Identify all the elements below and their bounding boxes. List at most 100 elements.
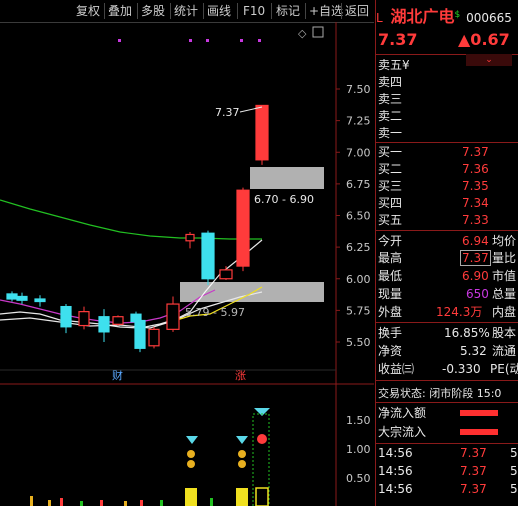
toolbar-separator bbox=[137, 3, 138, 19]
candle-body bbox=[201, 232, 215, 280]
toolbar-draw-line-button[interactable]: 画线 bbox=[207, 2, 231, 20]
toolbar-restore-rights-button[interactable]: 复权 bbox=[76, 2, 100, 20]
divider bbox=[376, 380, 518, 381]
volume-bar bbox=[140, 500, 143, 506]
lower-range-label: 5.79 - 5.97 bbox=[185, 306, 245, 319]
kline-chart-area[interactable]: ◇ 7.50 7.25 7.00 6.75 6.50 6.25 6.00 5.75 5.50 1… bbox=[0, 22, 374, 506]
toolbar-add-watchlist-button[interactable]: +自选 bbox=[309, 2, 343, 20]
toolbar-stats-button[interactable]: 统计 bbox=[174, 2, 198, 20]
toolbar-separator bbox=[170, 3, 171, 19]
toolbar-mark-button[interactable]: 标记 bbox=[276, 2, 300, 20]
volume-axis-labels: 1.50 1.00 0.50 bbox=[346, 414, 371, 485]
coin-icon bbox=[187, 450, 195, 458]
high-row: 最高 7.37 量比 bbox=[378, 250, 516, 267]
candle-body bbox=[60, 305, 72, 328]
toolbar-f10-button[interactable]: F10 bbox=[243, 2, 265, 20]
buy4-price: 7.34 bbox=[462, 196, 489, 210]
price-row: 7.37 ▲0.67 bbox=[378, 29, 510, 51]
volume-tick-label: 0.50 bbox=[346, 472, 371, 485]
coin-icon bbox=[238, 460, 246, 468]
sell3-row: 卖三 bbox=[378, 92, 403, 106]
tick-time: 14:56 bbox=[378, 482, 413, 496]
candle-body bbox=[134, 319, 146, 349]
volume-bar bbox=[185, 488, 197, 506]
candle-body bbox=[112, 316, 124, 325]
current-price: 7.37 bbox=[378, 30, 418, 49]
pe-label: PE(动 bbox=[490, 362, 518, 376]
collapse-chevron-icon[interactable]: ⌄ bbox=[466, 54, 512, 66]
buy1-label: 买一 bbox=[378, 145, 403, 159]
signal-dot bbox=[258, 39, 261, 42]
price-tick-label: 5.50 bbox=[346, 336, 371, 349]
chart-toolbar: 复权 叠加 多股 统计 画线 F10 标记 +自选 返回 bbox=[0, 0, 374, 23]
price-axis-labels: 7.50 7.25 7.00 6.75 6.50 6.25 6.00 5.75 5.50 bbox=[336, 83, 371, 349]
candle-body bbox=[16, 295, 28, 301]
kline-chart-svg[interactable]: ◇ 7.50 7.25 7.00 6.75 6.50 6.25 6.00 5.75 5.50 1… bbox=[0, 22, 374, 506]
market-cap-label: 市值 bbox=[492, 269, 517, 283]
buy2-row: 买二 7.36 bbox=[378, 161, 489, 178]
quote-panel: L 湖北广电$ 000665 7.37 ▲0.67 ⌄ 卖五¥ 卖四 卖三 卖二… bbox=[375, 0, 518, 506]
diamond-icon: ◇ bbox=[298, 27, 307, 40]
tick-price: 7.37 bbox=[460, 446, 487, 460]
red-ball-icon bbox=[257, 434, 267, 444]
tick-price: 7.37 bbox=[460, 482, 487, 496]
sell1-row: 卖一 bbox=[378, 126, 403, 140]
candle-body bbox=[148, 328, 160, 347]
tick-volume: 5 bbox=[510, 446, 518, 460]
divider bbox=[376, 142, 518, 143]
sell5-label: 卖五 bbox=[378, 58, 403, 72]
volume-bar bbox=[100, 500, 103, 506]
stock-superscript: $ bbox=[454, 10, 461, 20]
volume-bar bbox=[60, 498, 63, 506]
butterfly-icon bbox=[254, 408, 270, 416]
avg-label: 均价 bbox=[492, 234, 517, 248]
toolbar-multi-stock-button[interactable]: 多股 bbox=[141, 2, 165, 20]
tick-row: 14:56 7.37 5 bbox=[378, 445, 518, 462]
limit-up-marker: 涨 bbox=[235, 369, 246, 382]
buy4-label: 买四 bbox=[378, 196, 403, 210]
volume-bar bbox=[48, 500, 51, 506]
stock-badge: L bbox=[376, 11, 383, 25]
tick-row: 14:56 7.37 5 bbox=[378, 463, 518, 480]
low-row: 最低 6.90 市值 bbox=[378, 268, 516, 285]
tick-time: 14:56 bbox=[378, 446, 413, 460]
candle-body bbox=[255, 104, 269, 161]
candle-body bbox=[185, 233, 195, 242]
toolbar-separator bbox=[305, 3, 306, 19]
total-vol-label: 总量 bbox=[492, 287, 517, 301]
inner-label: 内盘 bbox=[492, 305, 517, 319]
eps-row: 收益㈢ -0.330 PE(动 bbox=[378, 361, 518, 378]
turnover-value: 16.85% bbox=[444, 326, 490, 340]
buy1-price: 7.37 bbox=[462, 145, 489, 159]
toolbar-back-button[interactable]: 返回 bbox=[345, 2, 369, 20]
price-tick-label: 6.50 bbox=[346, 210, 371, 223]
tick-volume: 5 bbox=[510, 464, 518, 478]
high-label: 最高 bbox=[378, 251, 403, 265]
divider bbox=[376, 402, 518, 403]
outer-value: 124.3万 bbox=[436, 305, 483, 319]
high-value: 7.37 bbox=[460, 250, 491, 266]
volume-ratio-label: 量比 bbox=[492, 251, 517, 265]
upper-gap-box bbox=[250, 167, 324, 189]
net-asset-row: 净资 5.32 流通 bbox=[378, 343, 516, 360]
buy1-row: 买一 7.37 bbox=[378, 144, 489, 161]
candle-body bbox=[236, 189, 250, 267]
candle-body bbox=[6, 293, 18, 300]
volume-bar bbox=[236, 488, 248, 506]
tick-volume: 5 bbox=[510, 482, 518, 496]
toolbar-overlay-button[interactable]: 叠加 bbox=[108, 2, 132, 20]
tick-time: 14:56 bbox=[378, 464, 413, 478]
block-bar bbox=[460, 429, 498, 435]
toolbar-separator bbox=[271, 3, 272, 19]
inflow-row: 净流入额 bbox=[378, 405, 498, 422]
signal-dot bbox=[240, 39, 243, 42]
buy5-row: 买五 7.33 bbox=[378, 212, 489, 229]
candle-body bbox=[78, 311, 90, 327]
tick-price: 7.37 bbox=[460, 464, 487, 478]
low-label: 最低 bbox=[378, 269, 403, 283]
volume-bars-group bbox=[30, 487, 269, 506]
buy3-price: 7.35 bbox=[462, 179, 489, 193]
volume-bar bbox=[210, 498, 213, 506]
expand-icon bbox=[312, 26, 324, 38]
net-asset-value: 5.32 bbox=[460, 344, 487, 358]
